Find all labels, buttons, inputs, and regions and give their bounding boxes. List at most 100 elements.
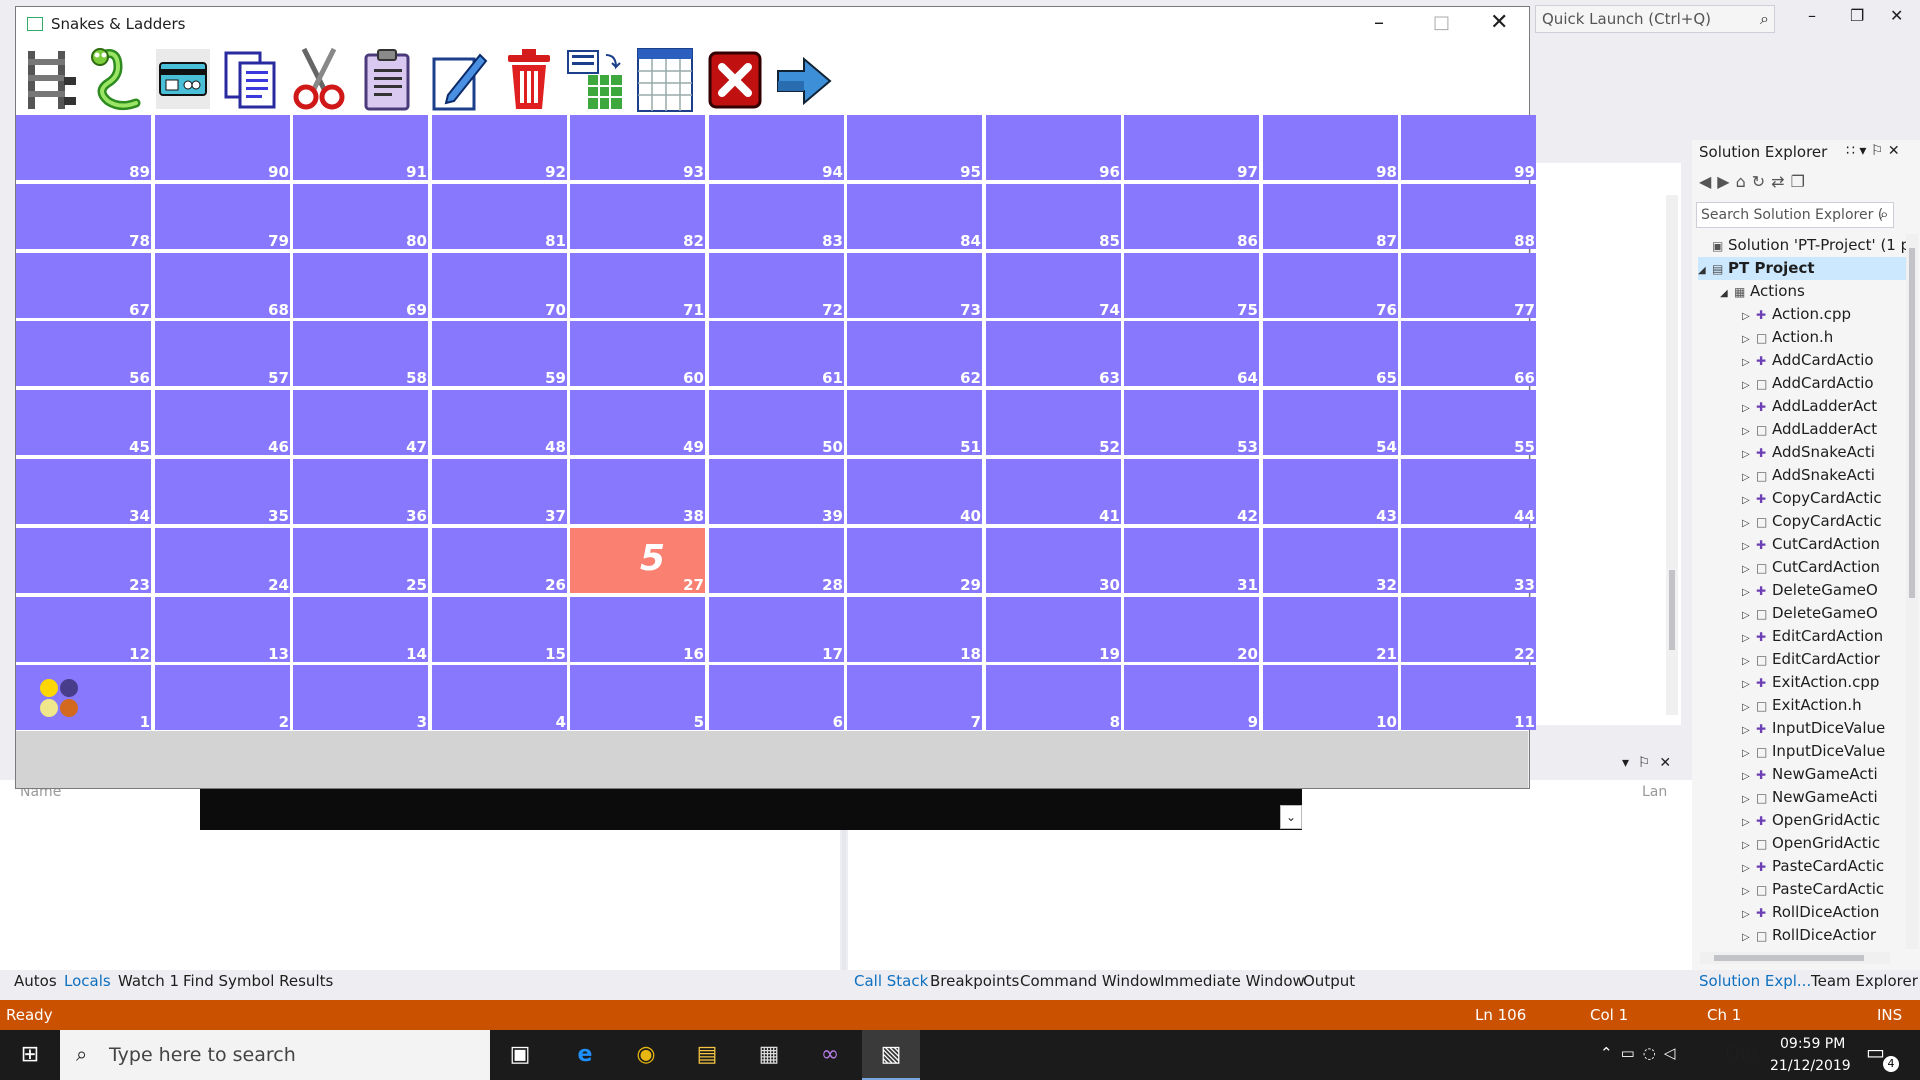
expand-caret-icon[interactable]: ▷ xyxy=(1742,903,1756,926)
ladder-icon[interactable] xyxy=(22,45,80,113)
board-cell[interactable]: 11 xyxy=(1401,665,1536,731)
board-cell[interactable]: 39 xyxy=(709,459,844,525)
board-cell[interactable]: 23 xyxy=(16,528,151,594)
cut-icon[interactable] xyxy=(290,45,348,113)
board-cell[interactable]: 63 xyxy=(986,321,1121,387)
solution-search-input[interactable]: Search Solution Explorer ( xyxy=(1696,202,1894,228)
tab-call-stack[interactable]: Call Stack xyxy=(854,972,928,990)
board-cell[interactable]: 2 xyxy=(155,665,290,731)
tree-file[interactable]: ▷ □ DeleteGameO xyxy=(1698,602,1878,625)
board-cell[interactable]: 42 xyxy=(1124,459,1259,525)
tree-file[interactable]: ▷ ✚ DeleteGameO xyxy=(1698,579,1878,602)
board-cell[interactable]: 53 xyxy=(1124,390,1259,456)
board-cell[interactable]: 90 xyxy=(155,115,290,181)
board-cell[interactable]: 51 xyxy=(847,390,982,456)
board-cell[interactable]: 75 xyxy=(1124,253,1259,319)
switch-mode-icon[interactable] xyxy=(774,45,832,113)
board-cell[interactable]: 81 xyxy=(432,184,567,250)
board-cell[interactable]: 92 xyxy=(432,115,567,181)
windows-start-icon[interactable]: ⊞ xyxy=(0,1030,60,1080)
tree-folder-actions[interactable]: ◢ ▦ Actions xyxy=(1698,280,1805,303)
expand-caret-icon[interactable]: ▷ xyxy=(1742,834,1756,857)
board-cell[interactable]: 47 xyxy=(293,390,428,456)
tree-file[interactable]: ▷ □ CopyCardActic xyxy=(1698,510,1882,533)
expand-caret-icon[interactable]: ▷ xyxy=(1742,443,1756,466)
board-cell[interactable]: 29 xyxy=(847,528,982,594)
tree-file[interactable]: ▷ ✚ RollDiceAction xyxy=(1698,901,1879,924)
expand-caret-icon[interactable]: ▷ xyxy=(1742,696,1756,719)
board-cell[interactable]: 93 xyxy=(570,115,705,181)
open-grid-icon[interactable] xyxy=(636,45,694,113)
board-cell[interactable]: 7 xyxy=(847,665,982,731)
store-icon[interactable]: ▦ xyxy=(740,1030,798,1080)
board-cell[interactable]: 35 xyxy=(155,459,290,525)
tree-file[interactable]: ▷ □ ExitAction.h xyxy=(1698,694,1862,717)
board-cell[interactable]: 22 xyxy=(1401,597,1536,663)
system-tray-icons[interactable]: ⌃▭◌◁ xyxy=(1600,1044,1683,1062)
expand-caret-icon[interactable]: ▷ xyxy=(1742,673,1756,696)
board-cell[interactable]: 32 xyxy=(1263,528,1398,594)
board-cell[interactable]: 59 xyxy=(432,321,567,387)
board-cell[interactable]: 49 xyxy=(570,390,705,456)
board-cell[interactable]: 6 xyxy=(709,665,844,731)
board-cell[interactable]: 4 xyxy=(432,665,567,731)
tab-autos[interactable]: Autos xyxy=(14,972,57,990)
expand-caret-icon[interactable]: ▷ xyxy=(1742,581,1756,604)
board-cell[interactable]: 88 xyxy=(1401,184,1536,250)
expand-caret-icon[interactable]: ◢ xyxy=(1698,259,1712,282)
board-cell[interactable]: 26 xyxy=(432,528,567,594)
tree-solution[interactable]: ▣ Solution 'PT-Project' (1 p xyxy=(1698,234,1908,257)
paste-icon[interactable] xyxy=(360,45,418,113)
delete-icon[interactable] xyxy=(500,45,558,113)
tree-file[interactable]: ▷ ✚ CopyCardActic xyxy=(1698,487,1882,510)
board-cell[interactable]: 83 xyxy=(709,184,844,250)
expand-caret-icon[interactable]: ▷ xyxy=(1742,604,1756,627)
board-cell[interactable]: 25 xyxy=(293,528,428,594)
search-icon[interactable]: ⌕ xyxy=(1880,205,1888,223)
board-cell[interactable]: 37 xyxy=(432,459,567,525)
board-cell[interactable]: 20 xyxy=(1124,597,1259,663)
tree-file[interactable]: ▷ ✚ ExitAction.cpp xyxy=(1698,671,1879,694)
expand-caret-icon[interactable]: ▷ xyxy=(1742,397,1756,420)
tab-solution-explorer[interactable]: Solution Expl... xyxy=(1699,972,1811,990)
board-cell[interactable]: 82 xyxy=(570,184,705,250)
expand-caret-icon[interactable]: ▷ xyxy=(1742,558,1756,581)
board-cell[interactable]: 65 xyxy=(1263,321,1398,387)
expand-caret-icon[interactable]: ◢ xyxy=(1720,282,1734,305)
board-cell[interactable]: 45 xyxy=(16,390,151,456)
quick-launch-input[interactable]: Quick Launch (Ctrl+Q) xyxy=(1535,5,1775,33)
tree-file[interactable]: ▷ □ PasteCardActic xyxy=(1698,878,1884,901)
board-cell[interactable]: 58 xyxy=(293,321,428,387)
board-cell[interactable]: 96 xyxy=(986,115,1121,181)
tree-file[interactable]: ▷ □ CutCardAction xyxy=(1698,556,1880,579)
board-cell[interactable]: 85 xyxy=(986,184,1121,250)
expand-caret-icon[interactable]: ▷ xyxy=(1742,880,1756,903)
restore-icon[interactable]: ❐ xyxy=(1850,6,1864,25)
board-cell[interactable]: 50 xyxy=(709,390,844,456)
board-cell[interactable]: 9 xyxy=(1124,665,1259,731)
language-column-header[interactable]: Lan xyxy=(1642,784,1667,800)
task-view-icon[interactable]: ▣ xyxy=(491,1030,549,1080)
board-cell[interactable]: 74 xyxy=(986,253,1121,319)
expand-caret-icon[interactable]: ▷ xyxy=(1742,351,1756,374)
tree-file[interactable]: ▷ ✚ EditCardAction xyxy=(1698,625,1883,648)
board-cell[interactable]: 16 xyxy=(570,597,705,663)
tree-file[interactable]: ▷ □ EditCardActior xyxy=(1698,648,1880,671)
board-cell[interactable]: 57 xyxy=(155,321,290,387)
tree-file[interactable]: ▷ □ InputDiceValue xyxy=(1698,740,1885,763)
board-cell[interactable]: 30 xyxy=(986,528,1121,594)
tree-file[interactable]: ▷ □ OpenGridActic xyxy=(1698,832,1880,855)
minimize-icon[interactable]: – xyxy=(1374,10,1384,34)
search-icon[interactable]: ⌕ xyxy=(1760,9,1769,29)
tree-project[interactable]: ◢ ▤ PT Project xyxy=(1698,257,1908,280)
close-icon[interactable]: ✕ xyxy=(1490,10,1508,35)
tab-command-window[interactable]: Command Window xyxy=(1020,972,1161,990)
board-cell[interactable]: 31 xyxy=(1124,528,1259,594)
chrome-icon[interactable]: ◉ xyxy=(617,1030,675,1080)
expand-caret-icon[interactable]: ▷ xyxy=(1742,627,1756,650)
expand-caret-icon[interactable]: ▷ xyxy=(1742,788,1756,811)
tree-file[interactable]: ▷ ✚ InputDiceValue xyxy=(1698,717,1885,740)
tree-file[interactable]: ▷ □ RollDiceActior xyxy=(1698,924,1876,947)
board-cell[interactable]: 17 xyxy=(709,597,844,663)
pin-icon[interactable]: ▾ ⚐ ✕ xyxy=(1622,755,1671,771)
